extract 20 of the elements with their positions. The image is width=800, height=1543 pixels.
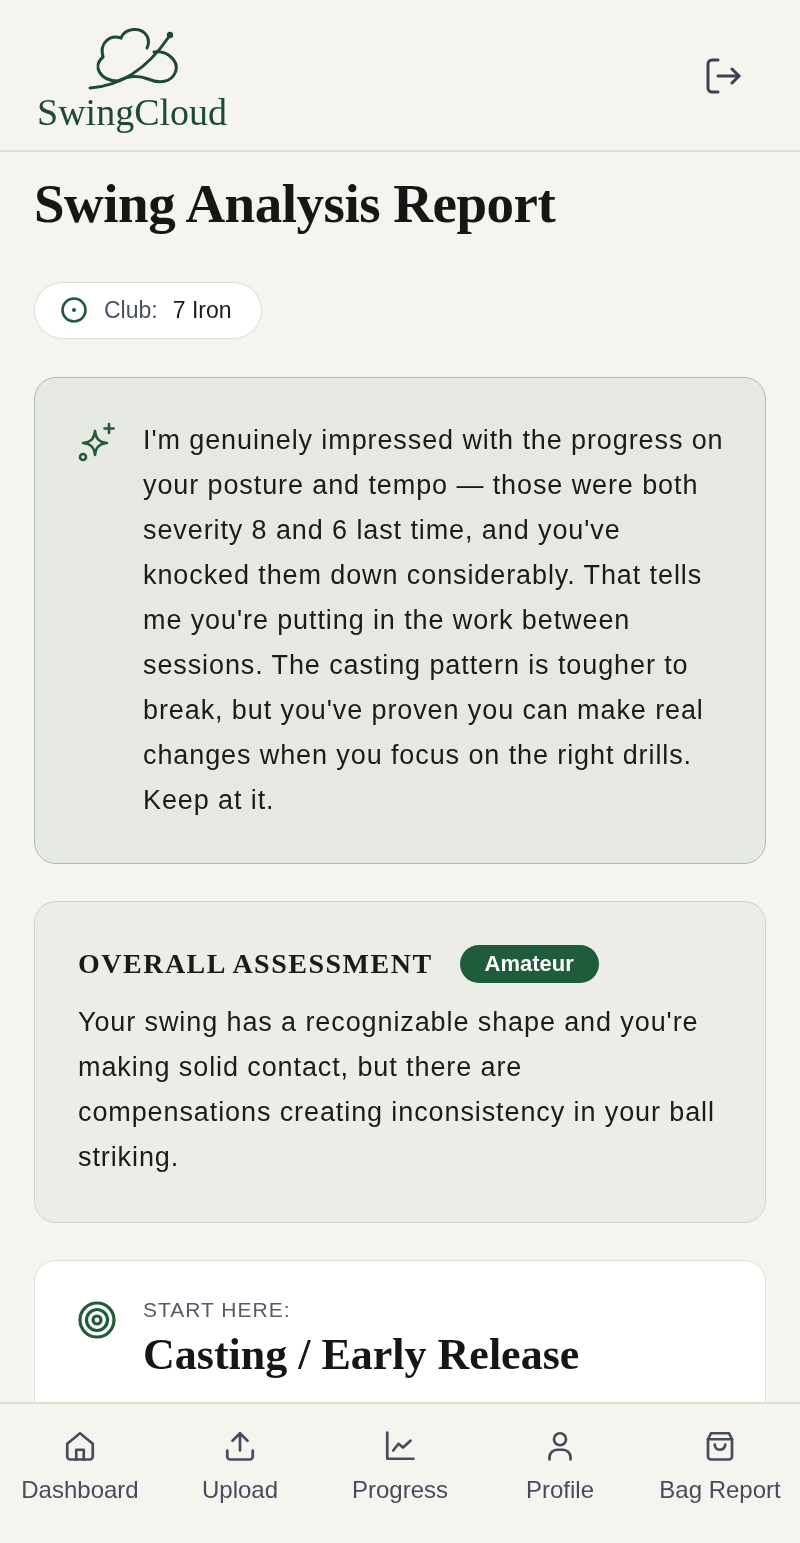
focus-label: START HERE:: [143, 1296, 291, 1323]
brand-name: SwingCloud: [37, 92, 228, 131]
page-title: Swing Analysis Report: [34, 172, 557, 236]
nav-item[interactable]: Profile: [480, 1404, 640, 1543]
assessment-text: Your swing has a recognizable shape and you're making solid contact, but there are compensations creating inconsistency in your ball striking.: [78, 1005, 716, 1174]
club-value: 7 Iron: [172, 296, 232, 324]
section-heading: OVERALL ASSESSMENT: [78, 949, 433, 978]
skill-level-tag: Amateur: [459, 944, 599, 983]
logout-icon[interactable]: [705, 58, 741, 94]
target-icon: [78, 1300, 116, 1339]
club-label: Club:: [104, 296, 158, 324]
sparkle-icon: [78, 421, 116, 462]
nav-item[interactable]: Progress: [320, 1404, 480, 1543]
nav-item[interactable]: Dashboard: [0, 1404, 160, 1543]
nav-item[interactable]: Bag Report: [640, 1404, 800, 1543]
coach-message-text: I'm genuinely impressed with the progress on your posture and tempo — those were both severity 8 and 6 last time, and you've knocked them down considerably. That tells me you're putting in the work between sessions. The casting pattern is tougher to break, but you've proven you can make real changes when you focus on the right drills. Keep at it.: [143, 423, 725, 817]
circle-dot-icon: [61, 297, 87, 324]
nav-item[interactable]: Upload: [160, 1404, 320, 1543]
focus-title: Casting / Early Release: [143, 1330, 580, 1379]
cloud-logo-icon: [88, 25, 180, 90]
